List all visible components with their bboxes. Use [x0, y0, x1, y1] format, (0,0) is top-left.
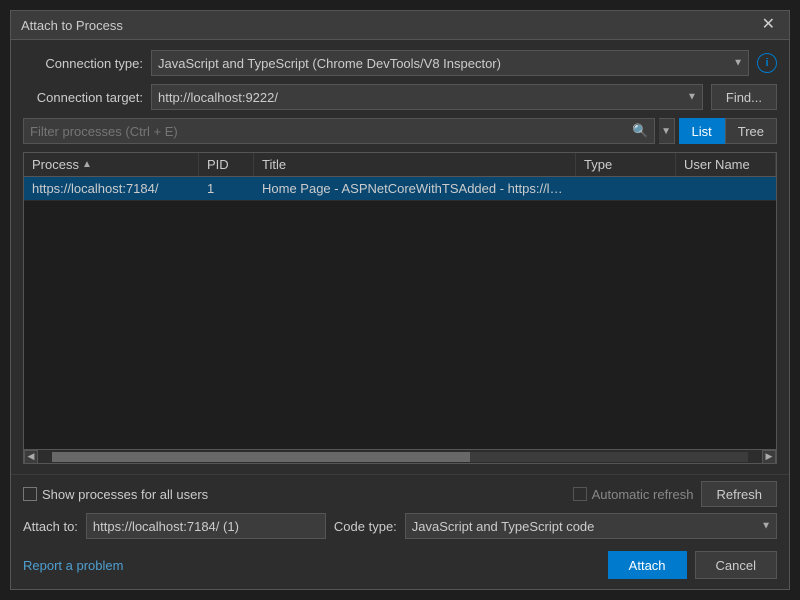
tree-view-button[interactable]: Tree	[725, 118, 777, 144]
dialog-content: Connection type: JavaScript and TypeScri…	[11, 40, 789, 474]
scroll-right-icon[interactable]: ▶	[762, 450, 776, 464]
list-view-button[interactable]: List	[679, 118, 725, 144]
filter-row: 🔍 ▼ List Tree	[23, 118, 777, 144]
show-all-users-label: Show processes for all users	[42, 487, 208, 502]
process-table: Process ▲ PID Title Type User Name https…	[23, 152, 777, 464]
connection-type-row: Connection type: JavaScript and TypeScri…	[23, 50, 777, 76]
td-pid: 1	[199, 177, 254, 200]
td-title: Home Page - ASPNetCoreWithTSAdded - http…	[254, 177, 576, 200]
close-button[interactable]: ✕	[758, 17, 779, 33]
attach-to-row: Attach to: Code type: JavaScript and Typ…	[11, 513, 789, 545]
th-type[interactable]: Type	[576, 153, 676, 176]
sort-arrow-icon: ▲	[82, 159, 92, 170]
connection-type-select-container: JavaScript and TypeScript (Chrome DevToo…	[151, 50, 749, 76]
code-type-label: Code type:	[334, 519, 397, 534]
auto-refresh-text: Automatic refresh	[592, 487, 694, 502]
auto-refresh-checkbox[interactable]	[573, 487, 587, 501]
view-toggle: List Tree	[679, 118, 777, 144]
show-processes-bar: Show processes for all users Automatic r…	[11, 474, 789, 513]
search-icon: 🔍	[632, 123, 648, 139]
table-body[interactable]: https://localhost:7184/ 1 Home Page - AS…	[24, 177, 776, 449]
connection-type-select[interactable]: JavaScript and TypeScript (Chrome DevToo…	[151, 50, 749, 76]
cancel-button[interactable]: Cancel	[695, 551, 777, 579]
code-type-select-wrapper: JavaScript and TypeScript code ▼	[405, 513, 777, 539]
td-type	[576, 177, 676, 200]
footer-buttons: Attach Cancel	[608, 551, 777, 579]
table-row[interactable]: https://localhost:7184/ 1 Home Page - AS…	[24, 177, 776, 201]
attach-to-process-dialog: Attach to Process ✕ Connection type: Jav…	[10, 10, 790, 590]
scrollbar-track[interactable]	[52, 452, 748, 462]
connection-target-select[interactable]: http://localhost:9222/	[151, 84, 703, 110]
attach-to-label: Attach to:	[23, 519, 78, 534]
td-process: https://localhost:7184/	[24, 177, 199, 200]
filter-input[interactable]	[23, 118, 655, 144]
code-type-select[interactable]: JavaScript and TypeScript code	[405, 513, 777, 539]
dialog-title: Attach to Process	[21, 18, 123, 33]
auto-refresh-section: Automatic refresh Refresh	[573, 481, 777, 507]
show-all-users-checkbox[interactable]	[23, 487, 37, 501]
th-process[interactable]: Process ▲	[24, 153, 199, 176]
show-all-users-checkbox-label[interactable]: Show processes for all users	[23, 487, 208, 502]
filter-dropdown-button[interactable]: ▼	[659, 118, 675, 144]
info-icon[interactable]: i	[757, 53, 777, 73]
attach-button[interactable]: Attach	[608, 551, 687, 579]
footer-row: Report a problem Attach Cancel	[11, 545, 789, 589]
auto-refresh-label[interactable]: Automatic refresh	[573, 487, 694, 502]
connection-target-row: Connection target: http://localhost:9222…	[23, 84, 777, 110]
title-bar: Attach to Process ✕	[11, 11, 789, 40]
td-username	[676, 177, 776, 200]
filter-input-container: 🔍	[23, 118, 655, 144]
report-problem-link[interactable]: Report a problem	[23, 558, 123, 573]
attach-to-input[interactable]	[86, 513, 326, 539]
th-title[interactable]: Title	[254, 153, 576, 176]
connection-type-label: Connection type:	[23, 56, 143, 71]
scrollbar-thumb[interactable]	[52, 452, 470, 462]
connection-target-select-container: http://localhost:9222/ ▼	[151, 84, 703, 110]
horizontal-scrollbar[interactable]: ◀ ▶	[24, 449, 776, 463]
th-pid[interactable]: PID	[199, 153, 254, 176]
table-header: Process ▲ PID Title Type User Name	[24, 153, 776, 177]
th-username[interactable]: User Name	[676, 153, 776, 176]
refresh-button[interactable]: Refresh	[701, 481, 777, 507]
scroll-left-icon[interactable]: ◀	[24, 450, 38, 464]
connection-target-label: Connection target:	[23, 90, 143, 105]
find-button[interactable]: Find...	[711, 84, 777, 110]
